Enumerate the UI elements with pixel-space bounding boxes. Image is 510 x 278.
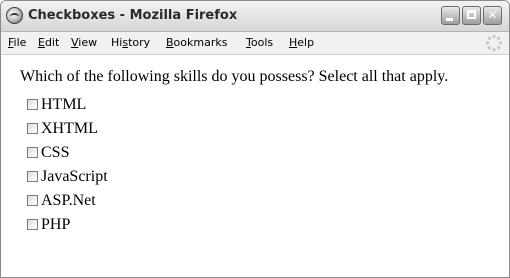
menu-view[interactable]: View (71, 36, 97, 49)
option-label: XHTML (41, 120, 98, 137)
menu-help[interactable]: Help (289, 36, 314, 49)
css-checkbox[interactable] (27, 147, 38, 158)
window-title: Checkboxes - Mozilla Firefox (28, 8, 238, 23)
question-text: Which of the following skills do you pos… (20, 68, 449, 85)
activity-throbber-icon (485, 34, 503, 52)
javascript-checkbox[interactable] (27, 171, 38, 182)
minimize-button[interactable] (441, 6, 460, 25)
maximize-button[interactable] (462, 6, 481, 25)
xhtml-checkbox[interactable] (27, 123, 38, 134)
page-content: Which of the following skills do you pos… (1, 55, 509, 277)
option-label: JavaScript (41, 168, 108, 185)
menu-edit[interactable]: Edit (38, 36, 59, 49)
close-button[interactable]: ✕ (483, 6, 502, 25)
close-icon: ✕ (487, 8, 498, 22)
aspnet-checkbox[interactable] (27, 195, 38, 206)
menu-bookmarks[interactable]: Bookmarks (166, 36, 227, 49)
browser-window: Checkboxes - Mozilla Firefox ✕ File Edit… (0, 0, 510, 278)
menu-bar: File Edit View History Bookmarks Tools H… (1, 32, 509, 55)
firefox-icon (6, 7, 23, 24)
option-label: ASP.Net (41, 192, 96, 209)
option-label: PHP (41, 216, 71, 233)
title-bar[interactable]: Checkboxes - Mozilla Firefox ✕ (1, 1, 509, 32)
option-label: HTML (41, 96, 87, 113)
menu-history[interactable]: History (111, 36, 150, 49)
html-checkbox[interactable] (27, 99, 38, 110)
php-checkbox[interactable] (27, 219, 38, 230)
menu-tools[interactable]: Tools (246, 36, 273, 49)
option-label: CSS (41, 144, 70, 161)
menu-file[interactable]: File (8, 36, 26, 49)
